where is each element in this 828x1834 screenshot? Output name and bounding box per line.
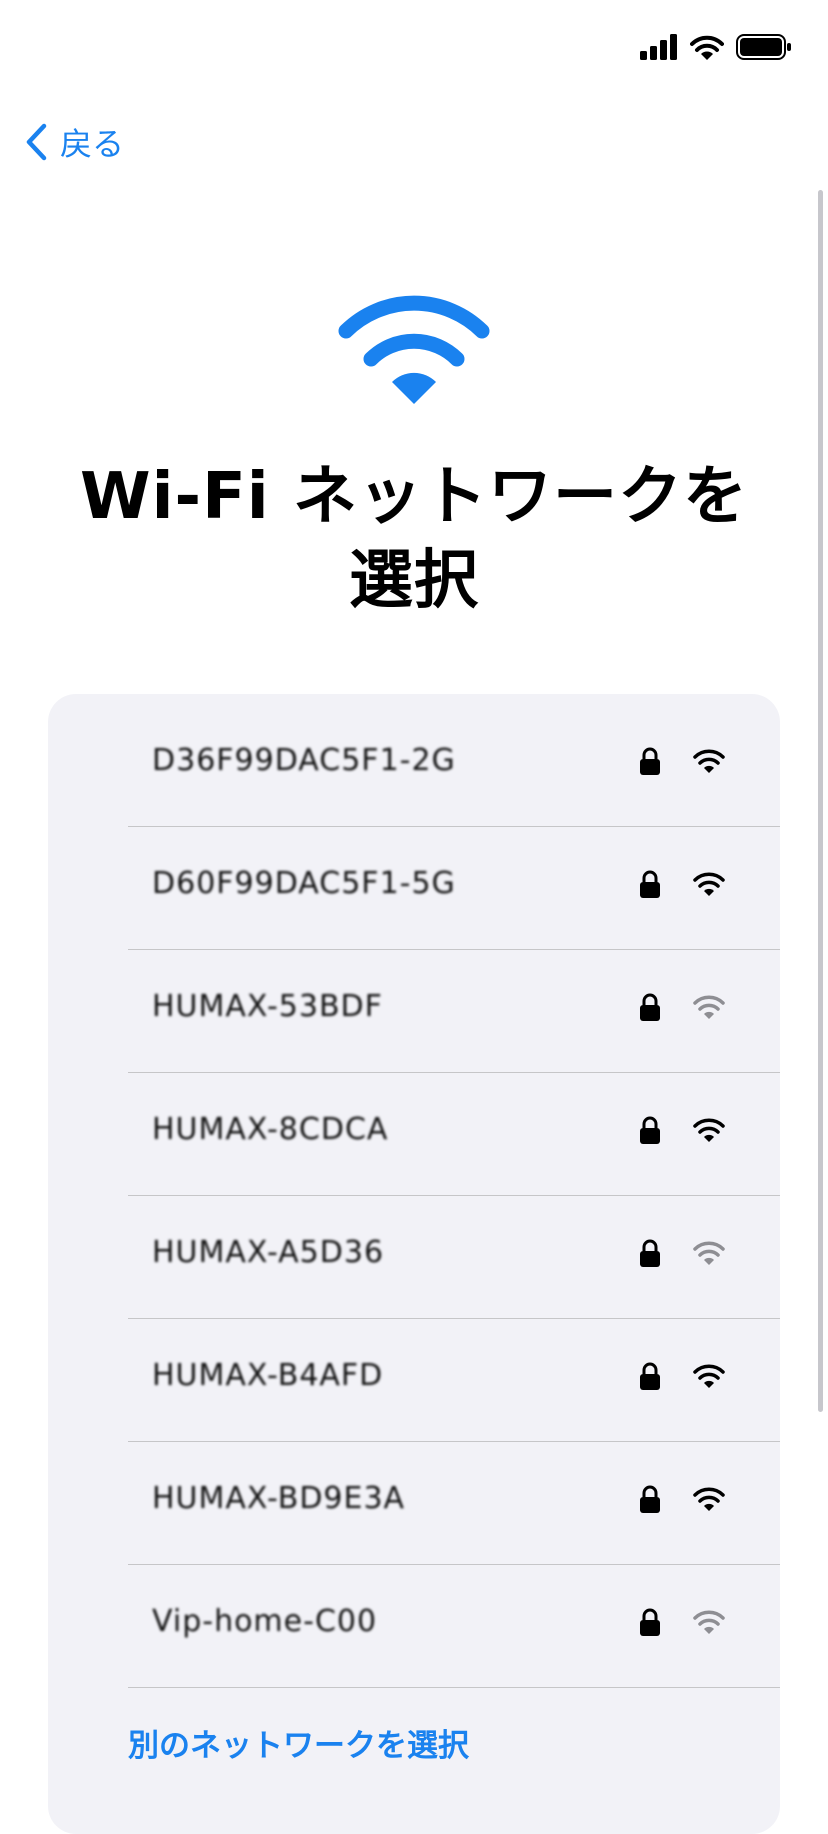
network-name: HUMAX-53BDF (152, 989, 383, 1024)
network-name: D60F99DAC5F1-5G (152, 866, 456, 901)
back-label: 戻る (60, 125, 125, 163)
network-row[interactable]: Vip-home-C00 (128, 1565, 780, 1688)
lock-icon (638, 1115, 662, 1145)
network-row[interactable]: D60F99DAC5F1-5G (128, 827, 780, 950)
lock-icon (638, 746, 662, 776)
network-row[interactable]: HUMAX-BD9E3A (128, 1442, 780, 1565)
back-button[interactable]: 戻る (24, 118, 124, 166)
lock-icon (638, 1361, 662, 1391)
page-title: Wi-Fi ネットワークを選択 (79, 460, 749, 618)
status-bar (0, 0, 828, 100)
wifi-signal-icon (692, 871, 726, 897)
wifi-signal-icon (692, 1363, 726, 1389)
network-name: HUMAX-A5D36 (152, 1235, 385, 1270)
wifi-signal-icon (692, 748, 726, 774)
chevron-left-icon (26, 123, 47, 161)
other-network-button[interactable]: 別のネットワークを選択 (128, 1720, 469, 1765)
lock-icon (638, 1607, 662, 1637)
wifi-icon (338, 295, 490, 404)
wifi-signal-icon (692, 1486, 726, 1512)
status-icons (640, 34, 792, 60)
network-row[interactable]: D36F99DAC5F1-2G (128, 704, 780, 827)
network-row[interactable]: HUMAX-B4AFD (128, 1319, 780, 1442)
network-name: HUMAX-B4AFD (152, 1358, 384, 1393)
wifi-signal-icon (692, 994, 726, 1020)
lock-icon (638, 1238, 662, 1268)
network-row[interactable]: HUMAX-8CDCA (128, 1073, 780, 1196)
lock-icon (638, 992, 662, 1022)
scroll-indicator[interactable] (818, 190, 823, 1412)
network-row[interactable]: HUMAX-53BDF (128, 950, 780, 1073)
cellular-signal-icon (640, 34, 677, 60)
wifi-signal-icon (692, 1117, 726, 1143)
wifi-icon (690, 35, 724, 60)
network-list-card: D36F99DAC5F1-2G D60F99DAC5F1-5G HUMAX-53BD… (48, 694, 780, 1834)
wifi-signal-icon (692, 1240, 726, 1266)
network-list: D36F99DAC5F1-2G D60F99DAC5F1-5G HUMAX-53BD… (128, 704, 780, 1688)
lock-icon (638, 869, 662, 899)
network-row[interactable]: HUMAX-A5D36 (128, 1196, 780, 1319)
network-name: Vip-home-C00 (152, 1604, 378, 1639)
network-name: HUMAX-BD9E3A (152, 1481, 406, 1516)
battery-icon (736, 34, 791, 60)
lock-icon (638, 1484, 662, 1514)
network-name: D36F99DAC5F1-2G (152, 743, 456, 778)
wifi-signal-icon (692, 1609, 726, 1635)
network-name: HUMAX-8CDCA (152, 1112, 389, 1147)
